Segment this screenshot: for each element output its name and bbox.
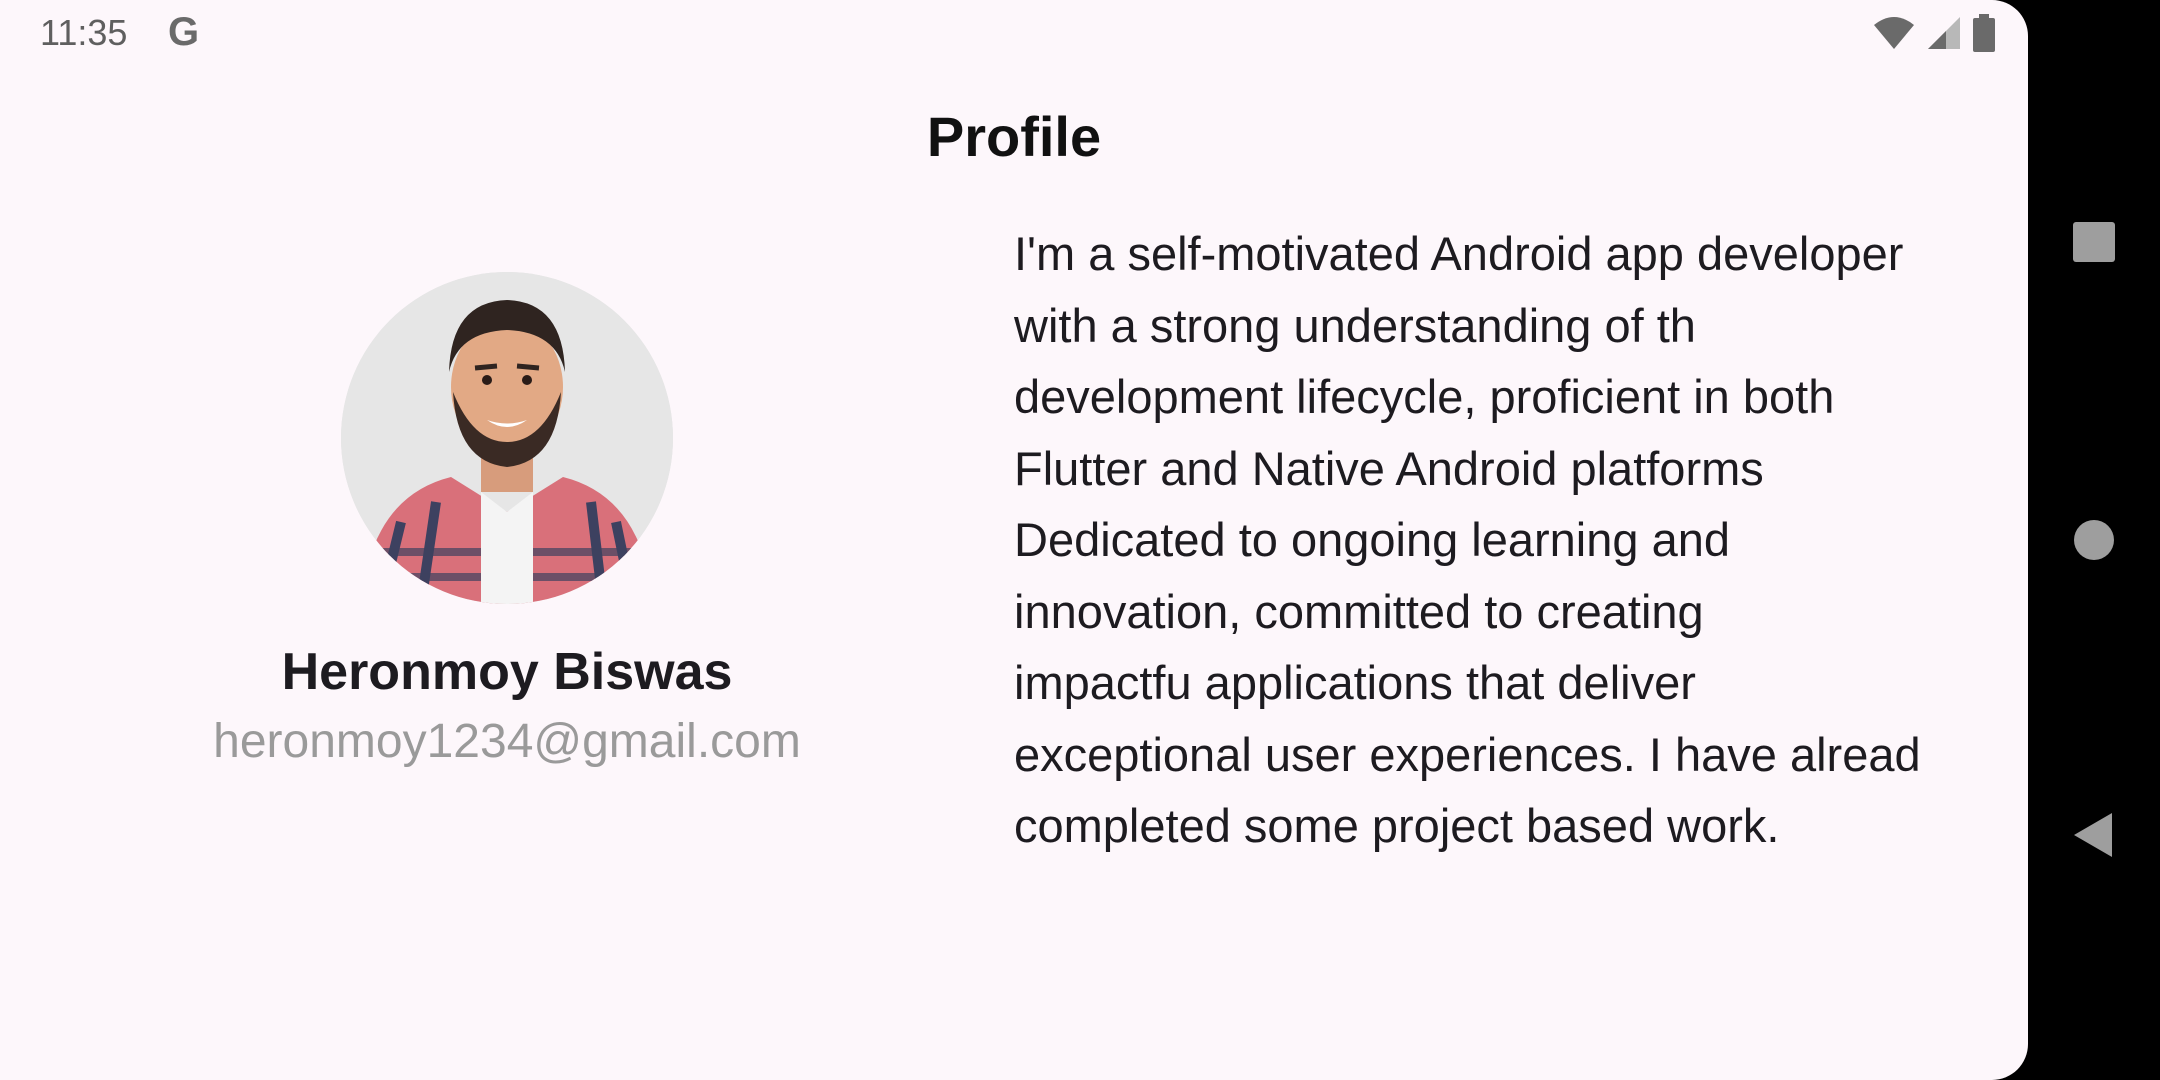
bio-text: I'm a self-motivated Android app develop… (1014, 227, 1921, 852)
battery-icon (1972, 14, 1996, 52)
status-time: 11:35 (40, 12, 128, 53)
avatar (341, 272, 673, 604)
recents-button[interactable] (2028, 214, 2160, 270)
device-frame: 11:35 G Profile Heronmoy Biswas heronmoy… (0, 0, 2160, 1080)
wifi-icon (1872, 15, 1916, 51)
home-button[interactable] (2028, 516, 2160, 564)
profile-email: heronmoy1234@gmail.com (213, 715, 801, 768)
page-title: Profile (926, 105, 1102, 168)
back-button[interactable] (2028, 810, 2160, 860)
navigation-bar (2028, 0, 2160, 1080)
profile-card: Heronmoy Biswas heronmoy1234@gmail.com (150, 272, 864, 772)
google-icon: G (168, 10, 200, 54)
recents-icon (2073, 222, 2115, 262)
app-screen: 11:35 G Profile Heronmoy Biswas heronmoy… (0, 0, 2028, 1080)
home-icon (2074, 520, 2114, 560)
status-icons (1872, 14, 1996, 52)
profile-photo-icon (341, 272, 673, 604)
back-icon (2074, 813, 2112, 857)
status-bar: 11:35 G (0, 0, 2028, 66)
profile-name: Heronmoy Biswas (281, 643, 733, 701)
signal-icon (1926, 15, 1962, 51)
